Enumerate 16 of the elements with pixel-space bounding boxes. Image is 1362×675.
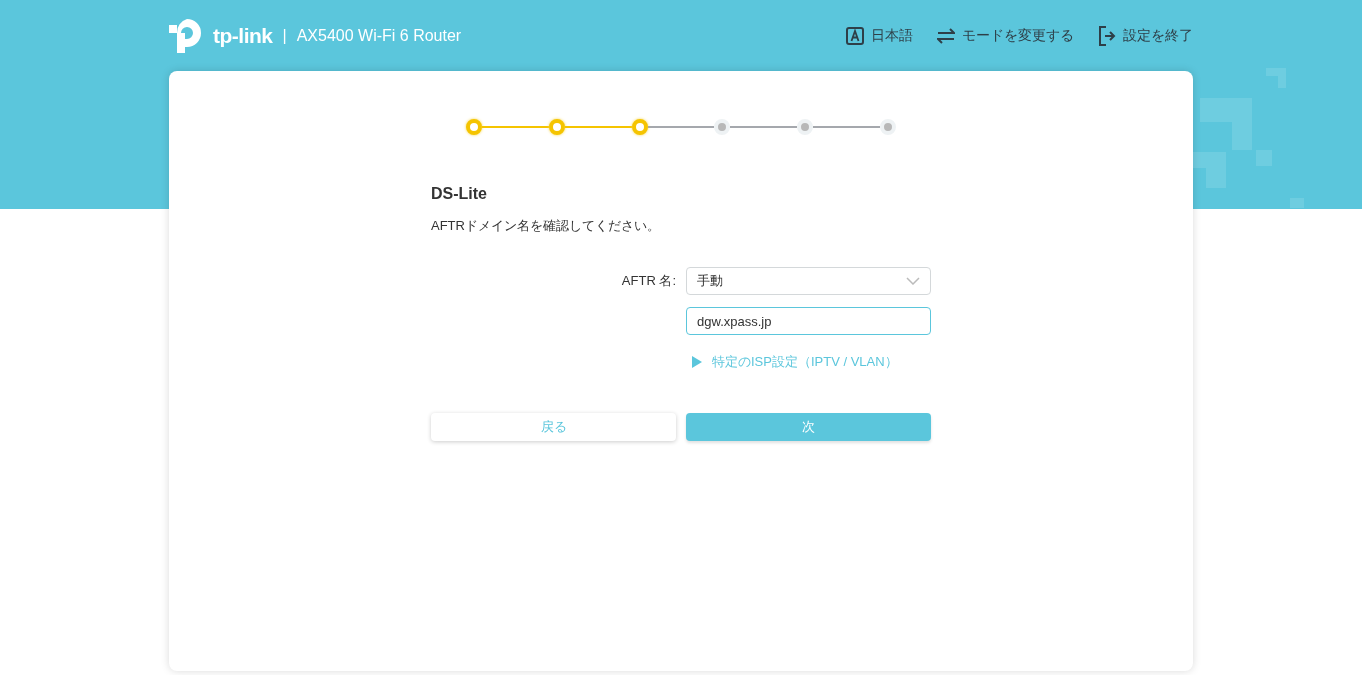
field-label: AFTR 名: [620,272,676,290]
triangle-icon [692,356,702,368]
language-icon [846,26,864,45]
logout-icon [1098,25,1116,46]
brand-logo: tp-link [213,23,273,48]
header-separator: | [282,26,287,45]
language-link[interactable]: 日本語 [846,26,913,45]
aftr-select[interactable]: 手動 [686,267,931,295]
page-description: AFTRドメイン名を確認してください。 [431,217,661,235]
chevron-down-icon [906,277,920,285]
input-field[interactable]: dgw.xpass.jp [686,307,931,335]
page-title: DS-Lite [431,185,488,203]
exit-link[interactable]: 設定を終了 [1098,25,1193,46]
change-mode-link[interactable]: モードを変更する [937,26,1074,45]
swap-arrows-icon [937,27,955,44]
model-name: AX5400 Wi-Fi 6 Router [296,26,462,45]
